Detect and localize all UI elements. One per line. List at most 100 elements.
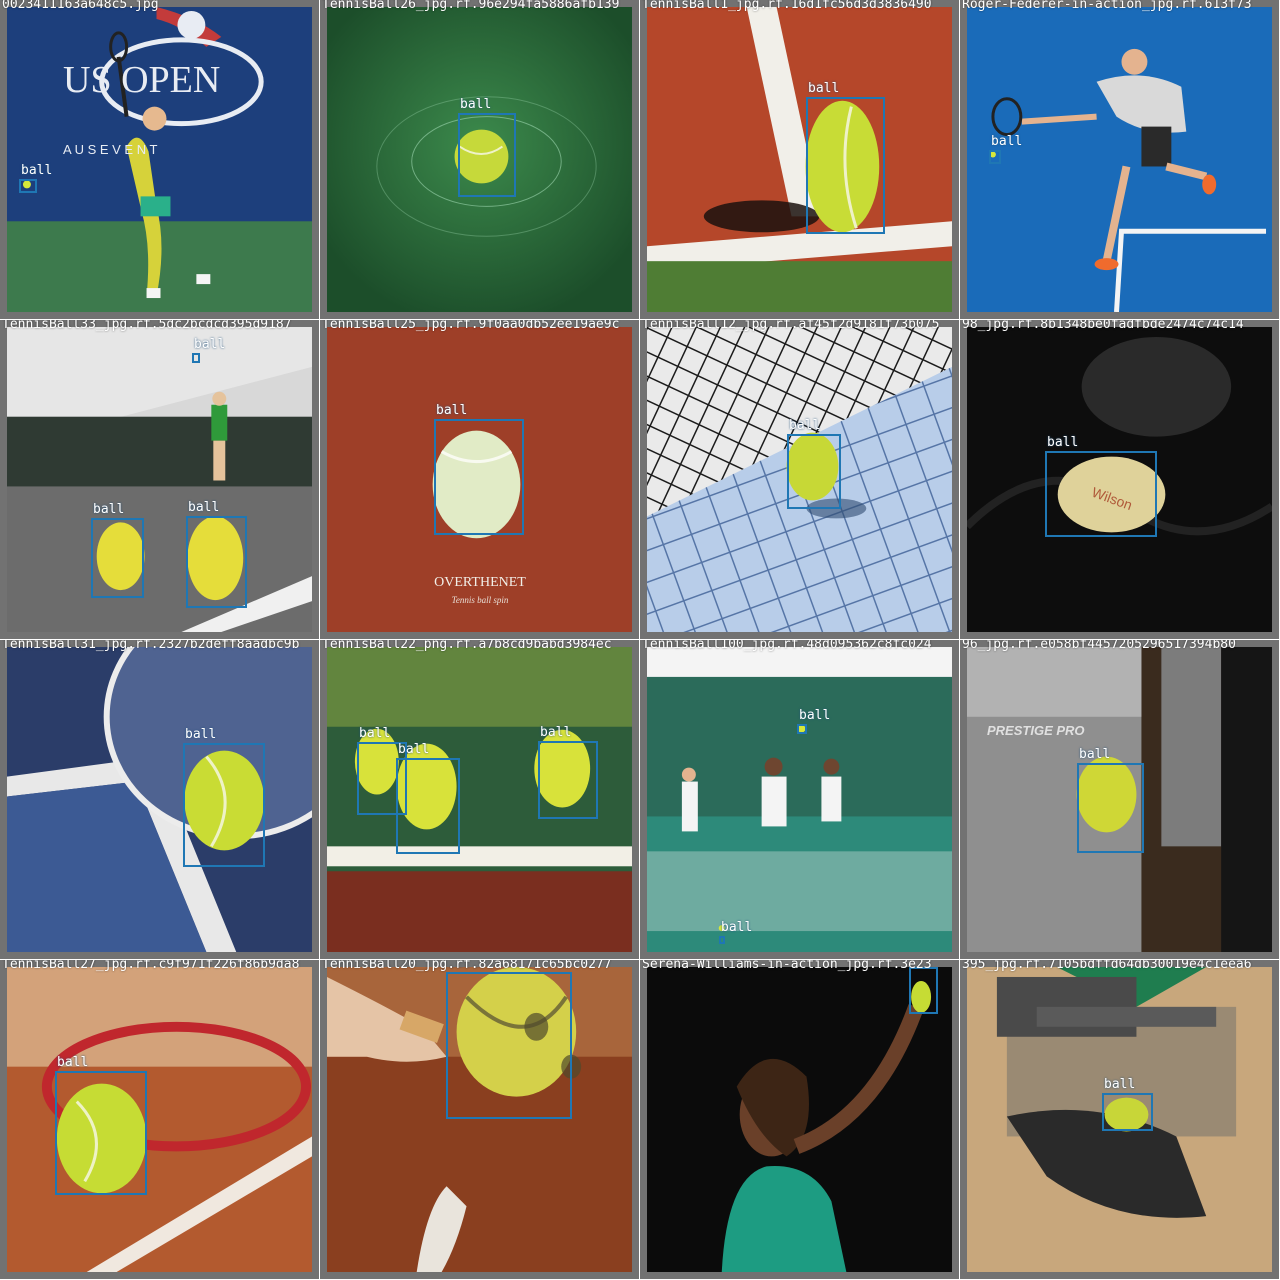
tile-frame: ball	[967, 7, 1272, 312]
image-tile[interactable]: ball TennisBall27_jpg.rf.c9f971f226f86b9…	[0, 960, 320, 1280]
detection-box: ball	[19, 163, 52, 193]
detection-label: ball	[1047, 435, 1079, 450]
detection-label: ball	[540, 725, 572, 740]
detection-label: ball	[194, 337, 226, 352]
us-open-logo: US OPEN A U S E V E N T	[63, 59, 220, 157]
detection-box: ball	[55, 1055, 147, 1195]
detection-label: ball	[460, 97, 492, 112]
image-tile[interactable]: ball Roger-Federer-in-action_jpg.rf.613f…	[960, 0, 1280, 320]
tile-photo	[967, 7, 1272, 312]
detection-label: ball	[1079, 747, 1111, 762]
tile-frame: OVERTHENET Tennis ball spin ball	[327, 327, 632, 632]
tile-frame: ball ball ball	[7, 327, 312, 632]
detection-box: ball	[989, 134, 1022, 164]
image-tile[interactable]: ball ball TennisBall100_jpg.rf.48d095362c…	[640, 640, 960, 960]
mosaic-grid: US OPEN A U S E V E N T ball 0023411163a…	[0, 0, 1280, 1280]
tile-frame: ball ball	[647, 647, 952, 952]
svg-text:A U S E V E N T: A U S E V E N T	[63, 142, 157, 157]
tile-photo	[7, 647, 312, 952]
image-tile[interactable]: ball TennisBall12_jpg.rf.af45f2d9181f73b…	[640, 320, 960, 640]
tile-frame: ball	[7, 967, 312, 1272]
tile-photo	[7, 967, 312, 1272]
tile-frame: ball ball ball	[327, 647, 632, 952]
detection-box: ball	[909, 967, 938, 1014]
tile-frame: ball	[647, 967, 952, 1272]
tile-filename: TennisBall25_jpg.rf.9f0aa0db52ee19ae9c	[322, 320, 620, 332]
tile-filename: TennisBall1_jpg.rf.16d1fc56d3d3836490	[642, 0, 932, 12]
detection-box: ball	[183, 727, 265, 867]
image-tile[interactable]: ball ball ball TennisBall33_jpg.rf.5dc2bcd…	[0, 320, 320, 640]
detection-label: ball	[721, 920, 753, 935]
tile-frame: ball	[967, 967, 1272, 1272]
detection-box: ball	[91, 502, 144, 598]
tile-filename: TennisBall20_jpg.rf.82a68171c65bc0277	[322, 960, 612, 972]
detection-label: ball	[188, 500, 220, 515]
tile-filename: 395_jpg.rf.7105bdffd64db30019e4c1eea6	[962, 960, 1252, 972]
detection-box: ball	[538, 725, 598, 819]
image-tile[interactable]: ball TennisBall31_jpg.rf.2327b2deff8aadb…	[0, 640, 320, 960]
detection-label: ball	[21, 163, 53, 178]
image-tile[interactable]: OVERTHENET Tennis ball spin ball TennisB…	[320, 320, 640, 640]
detection-box: ball	[787, 418, 841, 509]
image-tile[interactable]: ball TennisBall20_jpg.rf.82a68171c65bc02…	[320, 960, 640, 1280]
image-tile[interactable]: ball TennisBall26_jpg.rf.96e294fa5886afb…	[320, 0, 640, 320]
overlay-caption: OVERTHENET	[434, 575, 526, 590]
tile-filename: Roger-Federer-in-action_jpg.rf.613f73	[962, 0, 1252, 12]
detection-label: ball	[436, 403, 468, 418]
detection-label: ball	[398, 742, 430, 757]
tile-filename: 98_jpg.rf.8b1348be0fadfbde2474c74c14	[962, 320, 1244, 332]
tile-frame: PRESTIGE PRO ball	[967, 647, 1272, 952]
tile-filename: 96_jpg.rf.e058bf4457205296517394b80	[962, 640, 1236, 652]
detection-box: ball	[1077, 747, 1144, 853]
overlay-subcaption: Tennis ball spin	[451, 595, 509, 605]
image-tile[interactable]: ball ball ball TennisBall22_png.rf.a7b8cd9…	[320, 640, 640, 960]
image-tile[interactable]: Wilson ball 98_jpg.rf.8b1348be0fadfbde24…	[960, 320, 1280, 640]
tile-frame: ball	[327, 7, 632, 312]
tile-frame: ball	[327, 967, 632, 1272]
detection-label: ball	[93, 502, 125, 517]
image-tile[interactable]: ball 395_jpg.rf.7105bdffd64db30019e4c1ee…	[960, 960, 1280, 1280]
tile-photo	[647, 967, 952, 1272]
tile-filename: TennisBall26_jpg.rf.96e294fa5886afb139	[322, 0, 620, 12]
tile-filename: 0023411163a648c5.jpg	[2, 0, 159, 12]
detection-label: ball	[799, 708, 831, 723]
detection-box: ball	[806, 81, 885, 234]
tile-filename: TennisBall31_jpg.rf.2327b2deff8aadbc9b	[2, 640, 300, 652]
tile-photo	[7, 327, 312, 632]
detection-box: ball	[192, 337, 225, 363]
tile-filename: TennisBall27_jpg.rf.c9f971f226f86b9da8	[2, 960, 300, 972]
detection-box: ball	[797, 708, 830, 734]
tile-filename: TennisBall33_jpg.rf.5dc2bcdcd395d9187	[2, 320, 292, 332]
detection-label: ball	[359, 726, 391, 741]
svg-text:US OPEN: US OPEN	[63, 59, 220, 101]
overlay-caption: PRESTIGE PRO	[987, 723, 1085, 738]
detection-box: ball	[1102, 1077, 1153, 1131]
tile-frame: ball	[647, 327, 952, 632]
detection-box: ball	[186, 500, 247, 608]
detection-box: ball	[434, 403, 524, 535]
detection-label: ball	[57, 1055, 89, 1070]
image-tile[interactable]: US OPEN A U S E V E N T ball 0023411163a…	[0, 0, 320, 320]
detection-box: ball	[446, 967, 572, 1119]
tile-photo	[647, 647, 952, 952]
image-tile[interactable]: ball TennisBall1_jpg.rf.16d1fc56d3d38364…	[640, 0, 960, 320]
detection-label: ball	[991, 134, 1023, 149]
detection-label: ball	[1104, 1077, 1136, 1092]
detection-label: ball	[185, 727, 217, 742]
detection-label: ball	[808, 81, 840, 96]
tile-frame: ball	[647, 7, 952, 312]
detection-box: ball	[396, 742, 460, 854]
detection-box: ball	[1045, 435, 1157, 537]
tile-frame: US OPEN A U S E V E N T ball	[7, 7, 312, 312]
tile-frame: Wilson ball	[967, 327, 1272, 632]
image-tile[interactable]: PRESTIGE PRO ball 96_jpg.rf.e058bf445720…	[960, 640, 1280, 960]
detection-box: ball	[458, 97, 516, 197]
detection-box: ball	[719, 920, 752, 944]
tile-filename: Serena-Williams-in-action_jpg.rf.3e23	[642, 960, 932, 972]
tile-filename: TennisBall100_jpg.rf.48d095362c8fc024	[642, 640, 932, 652]
tile-filename: TennisBall12_jpg.rf.af45f2d9181f73b075	[642, 320, 940, 332]
tile-frame: ball	[7, 647, 312, 952]
tile-filename: TennisBall22_png.rf.a7b8cd9babd3984ec	[322, 640, 612, 652]
image-tile[interactable]: ball Serena-Williams-in-action_jpg.rf.3e…	[640, 960, 960, 1280]
detection-label: ball	[789, 418, 821, 433]
